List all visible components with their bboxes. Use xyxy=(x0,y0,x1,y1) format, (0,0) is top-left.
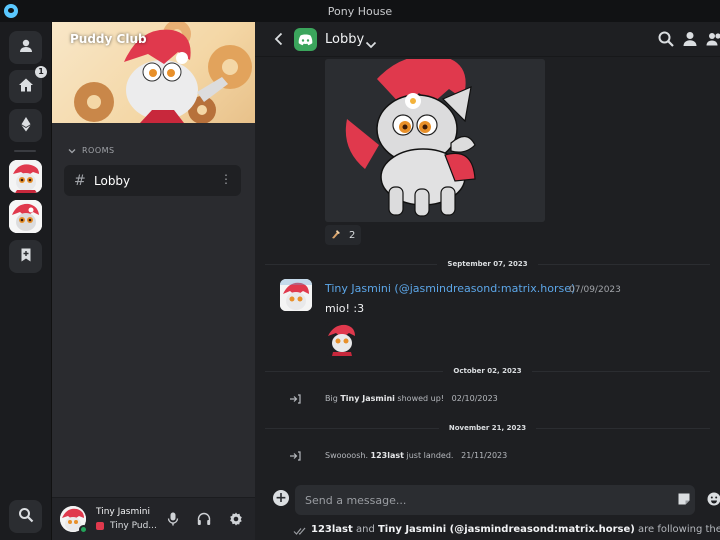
sticker-image[interactable] xyxy=(325,322,359,356)
microphone-button[interactable] xyxy=(165,511,181,527)
member-event-text: Big Tiny Jasmini showed up! 02/10/2023 xyxy=(325,394,498,403)
message-author[interactable]: Tiny Jasmini (@jasmindreasond:matrix.hor… xyxy=(325,282,575,295)
group-members-button[interactable] xyxy=(705,30,720,48)
message-body: mio! :3 xyxy=(325,302,365,315)
event-timestamp: 21/11/2023 xyxy=(461,451,508,460)
room-menu-chevron-icon[interactable] xyxy=(365,35,377,49)
room-sidebar: Puddy Club ROOMS # Lobby ⋮ Tiny Jasmini xyxy=(52,22,255,540)
back-button[interactable] xyxy=(271,31,287,47)
room-item-label: Lobby xyxy=(94,173,131,188)
window-title: Pony House xyxy=(327,4,393,18)
member-event-row: Big Tiny Jasmini showed up! 02/10/2023 xyxy=(255,390,720,410)
server-avatar-1[interactable] xyxy=(9,160,42,193)
member-event-text: Swoooosh. 123last just landed. 21/11/202… xyxy=(325,451,508,460)
discord-logo-icon xyxy=(298,34,313,45)
home-unread-badge: 1 xyxy=(35,66,47,78)
home-icon xyxy=(18,77,34,97)
headphones-button[interactable] xyxy=(196,511,212,527)
rooms-header-label: ROOMS xyxy=(82,146,115,155)
following-indicator: 123last and Tiny Jasmini (@jasmindreason… xyxy=(311,524,720,535)
user-icon xyxy=(683,32,697,46)
group-icon xyxy=(706,33,720,46)
user-icon xyxy=(18,38,34,58)
sticker-icon xyxy=(678,493,690,505)
chevron-left-icon xyxy=(274,32,283,46)
members-button[interactable] xyxy=(681,30,699,48)
microphone-icon xyxy=(167,512,179,526)
bookmark-add-icon xyxy=(18,247,34,267)
search-room-button[interactable] xyxy=(657,30,675,48)
room-title[interactable]: Lobby xyxy=(325,32,364,47)
title-bar: Pony House xyxy=(0,0,720,22)
chat-area: Lobby 2 September 07, 2023 Tiny Jasmini … xyxy=(255,22,720,540)
date-separator: October 02, 2023 xyxy=(255,365,720,377)
ethereum-button[interactable] xyxy=(9,109,42,142)
server-avatar-2[interactable] xyxy=(9,200,42,233)
message-avatar[interactable] xyxy=(280,279,312,311)
hash-icon: # xyxy=(74,172,86,189)
event-timestamp: 02/10/2023 xyxy=(451,394,498,403)
search-icon xyxy=(18,507,34,527)
chevron-down-icon xyxy=(68,148,76,153)
reaction-emoji-icon xyxy=(331,229,341,242)
user-panel: Tiny Jasmini Tiny Pud... xyxy=(52,497,255,540)
add-attachment-button[interactable]: + xyxy=(273,490,289,506)
user-status: Tiny Pud... xyxy=(96,521,157,531)
search-button[interactable] xyxy=(9,500,42,533)
room-item-lobby[interactable]: # Lobby ⋮ xyxy=(64,165,241,196)
rail-divider xyxy=(14,150,36,152)
ethereum-icon xyxy=(18,116,34,136)
reaction-pill[interactable]: 2 xyxy=(325,225,362,245)
member-event-row: Swoooosh. 123last just landed. 21/11/202… xyxy=(255,447,720,467)
profile-button[interactable] xyxy=(9,31,42,64)
space-banner[interactable]: Puddy Club xyxy=(52,22,255,123)
message-timestamp: 07/09/2023 xyxy=(569,285,621,295)
app-logo-icon xyxy=(4,4,18,18)
image-attachment[interactable] xyxy=(325,59,545,222)
rooms-section-header[interactable]: ROOMS xyxy=(68,146,115,155)
event-user-name: Tiny Jasmini xyxy=(340,394,395,403)
headphones-icon xyxy=(197,512,211,525)
message-input[interactable] xyxy=(305,485,660,515)
reaction-count: 2 xyxy=(349,229,356,241)
space-name: Puddy Club xyxy=(70,32,147,46)
server-rail: 1 xyxy=(0,22,52,540)
app-window: Pony House 1 Puddy Club ROOMS # Lobby ⋮ … xyxy=(0,0,720,540)
pony-image xyxy=(325,59,545,222)
gear-icon xyxy=(230,512,242,526)
event-user-name: 123last xyxy=(370,451,404,460)
date-separator: September 07, 2023 xyxy=(255,258,720,270)
following-user: Tiny Jasmini (@jasmindreasond:matrix.hor… xyxy=(377,524,635,535)
search-icon xyxy=(658,31,674,47)
emoji-button[interactable] xyxy=(706,491,720,507)
online-status-icon xyxy=(79,525,88,534)
message-timeline[interactable]: 2 September 07, 2023 Tiny Jasmini (@jasm… xyxy=(255,57,720,472)
home-button[interactable]: 1 xyxy=(9,66,47,103)
emoji-icon xyxy=(707,492,720,506)
date-separator: November 21, 2023 xyxy=(255,422,720,434)
following-user: 123last xyxy=(311,524,353,535)
double-check-icon xyxy=(293,527,306,535)
status-emoji-icon xyxy=(96,522,104,530)
room-avatar xyxy=(294,28,317,51)
join-arrow-icon xyxy=(290,451,301,461)
more-options-icon[interactable]: ⋮ xyxy=(220,173,232,185)
sticker-button[interactable] xyxy=(676,491,692,507)
user-name: Tiny Jasmini xyxy=(96,507,150,517)
user-status-text: Tiny Pud... xyxy=(110,521,157,531)
join-arrow-icon xyxy=(290,394,301,404)
chat-header: Lobby xyxy=(255,22,720,57)
settings-button[interactable] xyxy=(228,511,244,527)
bookmark-button[interactable] xyxy=(9,240,42,273)
